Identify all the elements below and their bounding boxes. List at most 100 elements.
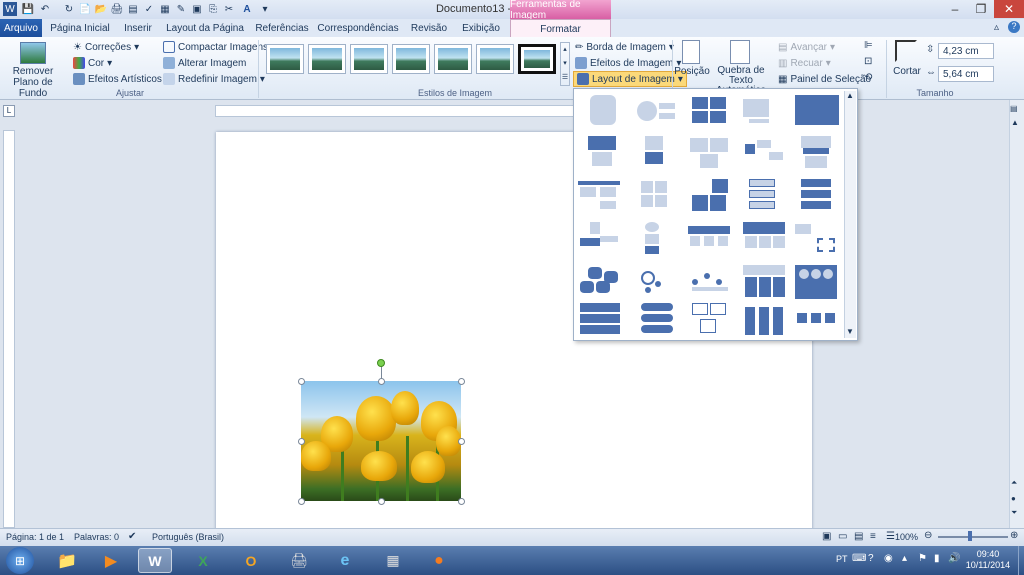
firefox-taskbar-icon[interactable]: ● [422, 548, 456, 573]
artistic-effects-button[interactable]: Efeitos Artísticos▾ [73, 72, 170, 86]
layout-option[interactable] [688, 93, 732, 129]
layout-option[interactable] [743, 222, 787, 258]
calculator-taskbar-icon[interactable]: ▦ [376, 548, 410, 573]
outlook-taskbar-icon[interactable]: O [234, 548, 268, 573]
layout-option[interactable] [688, 265, 732, 301]
zoom-out-icon[interactable]: ⊖ [924, 530, 932, 541]
tab-format[interactable]: Formatar [510, 19, 611, 38]
bring-forward-button[interactable]: ▤ Avançar ▾ [778, 40, 835, 54]
picture-style-6[interactable] [476, 44, 514, 74]
picture-style-1[interactable] [266, 44, 304, 74]
tab-selector-icon[interactable]: L [3, 105, 15, 117]
resize-handle[interactable] [298, 498, 305, 505]
language-status[interactable]: Português (Brasil) [152, 532, 224, 542]
position-icon[interactable] [682, 40, 700, 64]
height-field[interactable]: 4,23 cm [938, 43, 994, 59]
layout-option[interactable] [795, 265, 839, 301]
web-layout-icon[interactable]: ▤ [854, 531, 863, 542]
layout-option[interactable] [743, 93, 787, 129]
position-button[interactable]: Posição [674, 66, 710, 77]
layout-option[interactable] [578, 265, 622, 301]
align-icon[interactable]: ⊫ [864, 40, 873, 51]
layout-option[interactable] [578, 303, 622, 339]
rotate-handle[interactable] [377, 359, 385, 367]
layout-option[interactable] [743, 179, 787, 215]
help-icon[interactable]: ? [1008, 21, 1020, 33]
word-taskbar-icon[interactable]: W [138, 548, 172, 573]
outline-icon[interactable]: ≡ [870, 531, 876, 542]
layout-option[interactable] [688, 222, 732, 258]
zoom-slider[interactable] [938, 536, 1008, 538]
layout-option[interactable] [795, 136, 839, 172]
show-hidden-icons-icon[interactable]: ▴ [902, 553, 907, 564]
layout-option[interactable] [688, 303, 732, 339]
ie-taskbar-icon[interactable]: e [328, 548, 362, 573]
layout-option[interactable] [633, 222, 677, 258]
change-picture-button[interactable]: Alterar Imagem [163, 56, 246, 70]
layout-option[interactable] [633, 179, 677, 215]
layout-option[interactable] [688, 179, 732, 215]
start-button[interactable]: ⊞ [6, 547, 34, 574]
picture-style-7[interactable] [518, 44, 556, 74]
layout-option[interactable] [795, 93, 839, 129]
tulip-picture[interactable] [301, 381, 461, 501]
resize-handle[interactable] [458, 438, 465, 445]
crop-icon[interactable] [895, 40, 917, 62]
tab-references[interactable]: Referências [252, 19, 312, 37]
layout-option[interactable] [743, 303, 787, 339]
layout-option[interactable] [578, 136, 622, 172]
send-backward-button[interactable]: ▥ Recuar ▾ [778, 56, 831, 70]
tab-mailings[interactable]: Correspondências [317, 19, 398, 37]
language-indicator[interactable]: PT [836, 554, 848, 564]
picture-effects-button[interactable]: Efeitos de Imagem ▾ [575, 56, 681, 70]
reset-picture-button[interactable]: Redefinir Imagem ▾ [163, 72, 265, 86]
picture-style-2[interactable] [308, 44, 346, 74]
layout-option[interactable] [743, 136, 787, 172]
picture-layout-button[interactable]: Layout de Imagem ▾ [573, 71, 687, 87]
explorer-icon[interactable]: 📁 [50, 548, 84, 573]
resize-handle[interactable] [378, 378, 385, 385]
color-button[interactable]: Cor ▾ [73, 56, 112, 70]
rotate-icon[interactable]: ⟲ [864, 72, 872, 83]
clock[interactable]: 09:40 10/11/2014 [958, 549, 1018, 571]
selection-pane-button[interactable]: ▦ Painel de Seleção [778, 72, 871, 86]
print-layout-icon[interactable]: ▣ [822, 531, 831, 542]
zoom-level[interactable]: 100% [895, 532, 918, 542]
tab-insert[interactable]: Inserir [118, 19, 158, 37]
layout-option[interactable] [633, 303, 677, 339]
word-count[interactable]: Palavras: 0 [74, 532, 119, 542]
keyboard-icon[interactable]: ⌨ [852, 553, 866, 564]
printer-taskbar-icon[interactable]: 🖨 [282, 548, 316, 573]
group-icon[interactable]: ⊡ [864, 56, 872, 67]
picture-style-4[interactable] [392, 44, 430, 74]
view-ruler-icon[interactable]: ▤ [1010, 104, 1018, 113]
tab-page-layout[interactable]: Layout da Página [166, 19, 244, 37]
zoom-slider-thumb[interactable] [968, 531, 972, 541]
picture-style-3[interactable] [350, 44, 388, 74]
resize-handle[interactable] [458, 378, 465, 385]
layout-option[interactable] [633, 93, 677, 129]
gallery-scroll-down-icon[interactable]: ▼ [846, 327, 854, 336]
compress-pictures-button[interactable]: Compactar Imagens [163, 40, 268, 54]
tab-file[interactable]: Arquivo [0, 19, 42, 37]
prev-page-icon[interactable]: ⏶ [1011, 478, 1017, 488]
tab-review[interactable]: Revisão [406, 19, 452, 37]
vertical-scrollbar[interactable] [1009, 100, 1024, 528]
show-desktop-button[interactable] [1018, 546, 1024, 575]
layout-option[interactable] [578, 93, 622, 129]
layout-option[interactable] [795, 222, 839, 258]
zoom-in-icon[interactable]: ⊕ [1010, 530, 1018, 541]
layout-option[interactable] [688, 136, 732, 172]
restore-icon[interactable]: ❐ [968, 0, 994, 18]
wrap-text-icon[interactable] [730, 40, 750, 64]
resize-handle[interactable] [298, 378, 305, 385]
tab-view[interactable]: Exibição [458, 19, 504, 37]
vertical-ruler[interactable] [3, 130, 15, 528]
layout-option[interactable] [795, 303, 839, 339]
resize-handle[interactable] [458, 498, 465, 505]
corrections-button[interactable]: ☀ Correções ▾ [73, 40, 139, 54]
resize-handle[interactable] [378, 498, 385, 505]
picture-style-5[interactable] [434, 44, 472, 74]
draft-icon[interactable]: ☰ [886, 531, 895, 542]
remove-background-icon[interactable] [20, 42, 46, 64]
